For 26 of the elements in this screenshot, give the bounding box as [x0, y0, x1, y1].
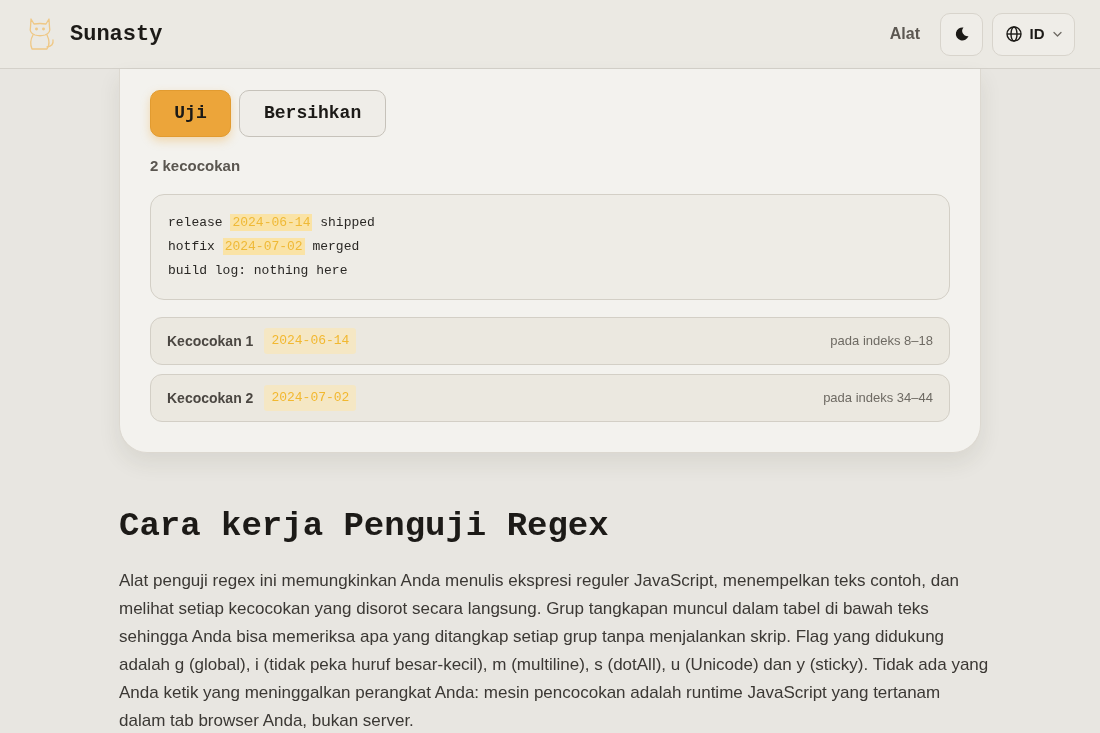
match-value: 2024-07-02	[264, 385, 357, 411]
section-heading: Cara kerja Penguji Regex	[119, 506, 610, 547]
code-text: hotfix	[168, 239, 215, 254]
match-position: pada indeks 8–18	[830, 332, 933, 351]
theme-toggle-button[interactable]	[940, 12, 983, 56]
globe-icon	[1005, 26, 1022, 42]
match-highlight: 2024-06-14	[230, 214, 313, 231]
description-paragraph: Alat penguji regex ini memungkinkan Anda menulis ekspresi reguler JavaScript, menempelkan teks contoh, dan melihat setiap kecocokan yang disorot secara langsung. Grup tangkapan muncul dalam tabel di bawah teks sehingga Anda bisa memeriksa apa yang ditangkap setiap grup tanpa menjalankan skrip. Flag yang didukung adalah g (global), i (tidak peka huruf besar-kecil), m (multiline), s (dotAll), u (Unicode) dan y (sticky). Tidak ada yang Anda ketik yang meninggalkan perangkat Anda: mesin pencocokan adalah runtime JavaScript yang tertanam dalam tab browser Anda, bukan server.	[119, 570, 990, 732]
code-text: shipped	[320, 215, 375, 230]
test-button[interactable]: Uji	[150, 90, 231, 137]
brand-name: Sunasty	[70, 20, 163, 49]
moon-icon	[953, 26, 970, 42]
code-text: build log: nothing here	[168, 263, 348, 278]
match-label: Kecocokan 1	[167, 331, 254, 351]
clear-button[interactable]: Bersihkan	[239, 90, 387, 137]
sample-text-field[interactable]: release 2024-06-14 shipped hotfix 2024-07-02 merged build log: nothing here	[150, 194, 950, 300]
code-text: release	[168, 215, 223, 230]
nav-link[interactable]: Alat	[889, 22, 920, 46]
chevron-down-icon	[1052, 31, 1062, 37]
match-value: 2024-06-14	[264, 328, 357, 354]
match-position: pada indeks 34–44	[823, 389, 933, 408]
language-dropdown[interactable]: ID	[992, 12, 1075, 56]
match-label: Kecocokan 2	[167, 388, 254, 408]
match-count: 2 kecocokan	[150, 156, 242, 176]
code-text: merged	[312, 239, 360, 254]
match-highlight: 2024-07-02	[222, 238, 305, 255]
